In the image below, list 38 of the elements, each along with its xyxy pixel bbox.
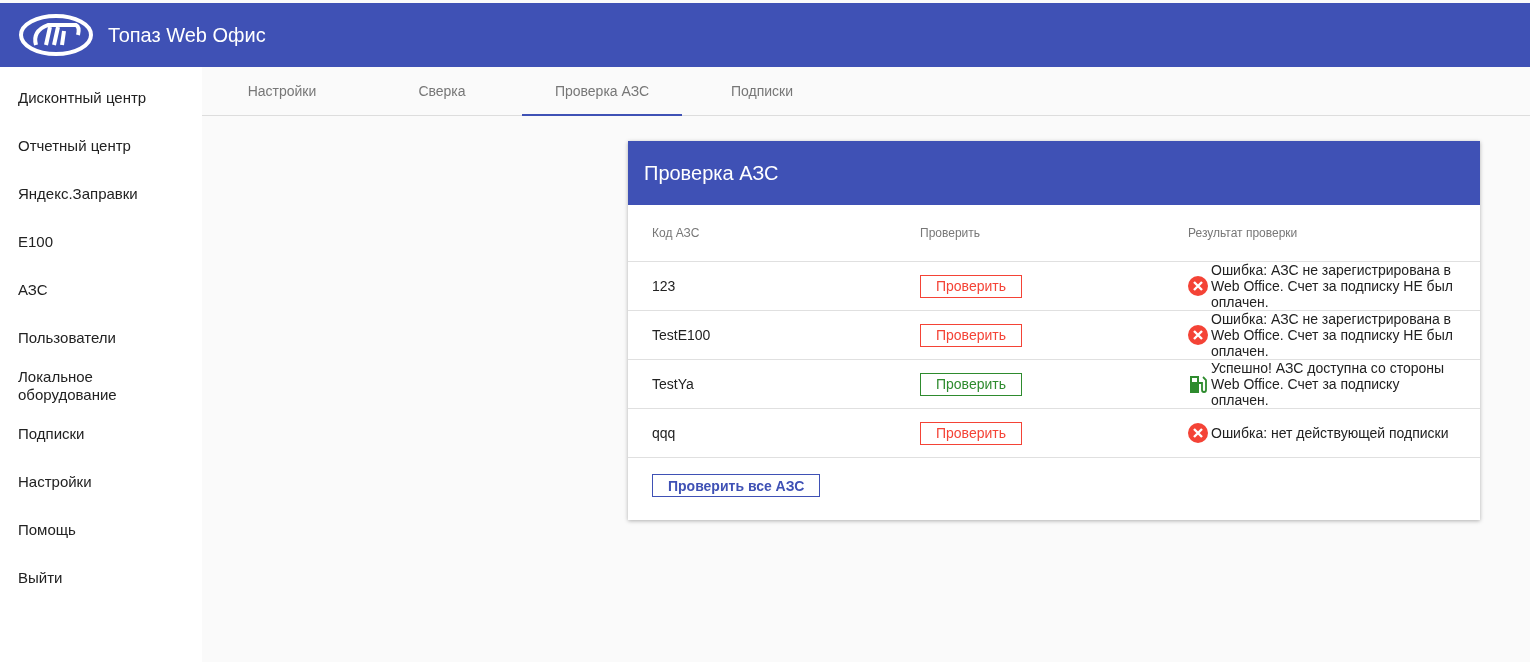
error-icon — [1188, 423, 1208, 443]
sidebar-item[interactable]: Отчетный центр — [0, 122, 202, 170]
check-button[interactable]: Проверить — [920, 372, 1022, 396]
sidebar-item[interactable]: Локальное оборудование — [0, 362, 202, 410]
card-title: Проверка АЗС — [644, 161, 779, 185]
station-code: qqq — [652, 425, 676, 441]
result-text: Ошибка: АЗС не зарегистрирована в Web Office. Счет за подписку НЕ был оплачен. — [1211, 262, 1453, 310]
logo-icon — [18, 13, 94, 57]
error-icon — [1188, 276, 1208, 296]
column-header: Код АЗС — [652, 226, 701, 240]
sidebar-item[interactable]: E100 — [0, 218, 202, 266]
error-icon — [1188, 325, 1208, 345]
station-code: TestYa — [652, 376, 694, 392]
sidebar-item[interactable]: Выйти — [0, 554, 202, 602]
result-text: Ошибка: нет действующей подписки — [1211, 425, 1450, 441]
check-all-button[interactable]: Проверить все АЗС — [652, 474, 821, 497]
station-code: 123 — [652, 278, 676, 294]
sidebar-item[interactable]: Пользователи — [0, 314, 202, 362]
column-header: Результат проверки — [1188, 226, 1299, 240]
sidebar-item[interactable]: Подписки — [0, 410, 202, 458]
station-code: TestE100 — [652, 327, 711, 343]
result-text: Ошибка: АЗС не зарегистрирована в Web Office. Счет за подписку НЕ был оплачен. — [1211, 311, 1453, 359]
app-title: Топаз Web Офис — [108, 23, 266, 47]
tab[interactable]: Проверка АЗС — [522, 67, 682, 116]
fuel-pump-icon — [1188, 374, 1208, 394]
tab[interactable]: Настройки — [202, 67, 362, 116]
tab[interactable]: Сверка — [362, 67, 522, 116]
tab[interactable]: Подписки — [682, 67, 842, 116]
sidebar-item[interactable]: Яндекс.Заправки — [0, 170, 202, 218]
result-text: Успешно! АЗС доступна со стороны Web Office. Счет за подписку оплачен. — [1211, 360, 1446, 408]
sidebar-item[interactable]: АЗС — [0, 266, 202, 314]
sidebar-item[interactable]: Дисконтный центр — [0, 74, 202, 122]
check-button[interactable]: Проверить — [920, 421, 1022, 445]
check-button[interactable]: Проверить — [920, 274, 1022, 298]
column-header: Проверить — [920, 226, 981, 240]
check-button[interactable]: Проверить — [920, 323, 1022, 347]
sidebar-item[interactable]: Помощь — [0, 506, 202, 554]
sidebar-item[interactable]: Настройки — [0, 458, 202, 506]
